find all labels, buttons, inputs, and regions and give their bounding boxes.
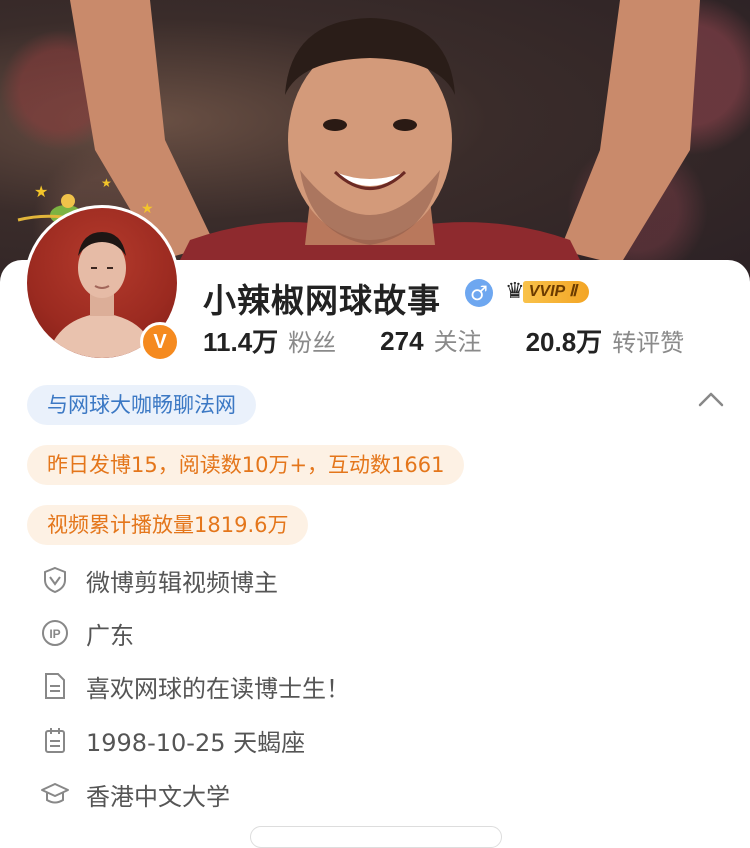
yesterday-stats-tag[interactable]: 昨日发博15，阅读数10万+，互动数1661 xyxy=(27,445,465,485)
info-bio: 喜欢网球的在读博士生！ xyxy=(86,674,350,703)
stat-label: 转评赞 xyxy=(612,329,685,357)
svg-text:★: ★ xyxy=(34,182,48,201)
document-icon xyxy=(40,671,70,701)
vvip-badge[interactable]: ♛ VVIP Ⅱ xyxy=(505,276,589,308)
chevron-up-icon[interactable] xyxy=(698,391,724,407)
info-birthday: 1998-10-25 天蝎座 xyxy=(86,728,306,757)
stat-reposts-comments-likes[interactable]: 20.8万 转评赞 xyxy=(526,322,685,359)
bottom-handle xyxy=(250,826,502,848)
stat-followers[interactable]: 11.4万 粉丝 xyxy=(203,322,336,359)
stat-label: 关注 xyxy=(433,328,482,356)
info-row-birthday: 1998-10-25 天蝎座 xyxy=(40,723,305,757)
calendar-icon xyxy=(40,725,70,755)
gender-male-icon: ♂ xyxy=(465,279,493,307)
graduation-cap-icon xyxy=(40,779,70,809)
info-row-school: 香港中文大学 xyxy=(40,777,230,811)
profile-stats: 11.4万 粉丝 274 关注 20.8万 转评赞 xyxy=(203,322,684,359)
profile-name: 小辣椒网球故事 xyxy=(203,281,441,320)
shield-icon xyxy=(40,565,70,595)
video-plays-tag[interactable]: 视频累计播放量1819.6万 xyxy=(27,505,309,545)
crown-icon: ♛ xyxy=(505,279,525,304)
intro-tag[interactable]: 与网球大咖畅聊法网 xyxy=(27,385,256,425)
info-school: 香港中文大学 xyxy=(86,782,230,811)
verified-badge-icon: V xyxy=(140,322,180,362)
stat-value: 274 xyxy=(380,326,424,356)
svg-text:★: ★ xyxy=(141,201,154,217)
stat-value: 20.8万 xyxy=(525,327,603,357)
info-location: 广东 xyxy=(86,621,134,650)
info-row-role: 微博剪辑视频博主 xyxy=(40,563,278,597)
stat-following[interactable]: 274 关注 xyxy=(380,322,481,359)
stat-value: 11.4万 xyxy=(203,327,279,357)
info-row-bio: 喜欢网球的在读博士生！ xyxy=(40,669,350,703)
stat-label: 粉丝 xyxy=(288,329,337,357)
svg-text:★: ★ xyxy=(101,176,112,190)
svg-text:IP: IP xyxy=(49,627,60,641)
ip-icon: IP xyxy=(40,618,70,648)
info-role: 微博剪辑视频博主 xyxy=(86,568,278,597)
vvip-label: VVIP Ⅱ xyxy=(522,281,589,303)
info-row-location: IP 广东 xyxy=(40,616,134,650)
avatar-container[interactable]: ★ ★ ★ V xyxy=(17,176,180,362)
